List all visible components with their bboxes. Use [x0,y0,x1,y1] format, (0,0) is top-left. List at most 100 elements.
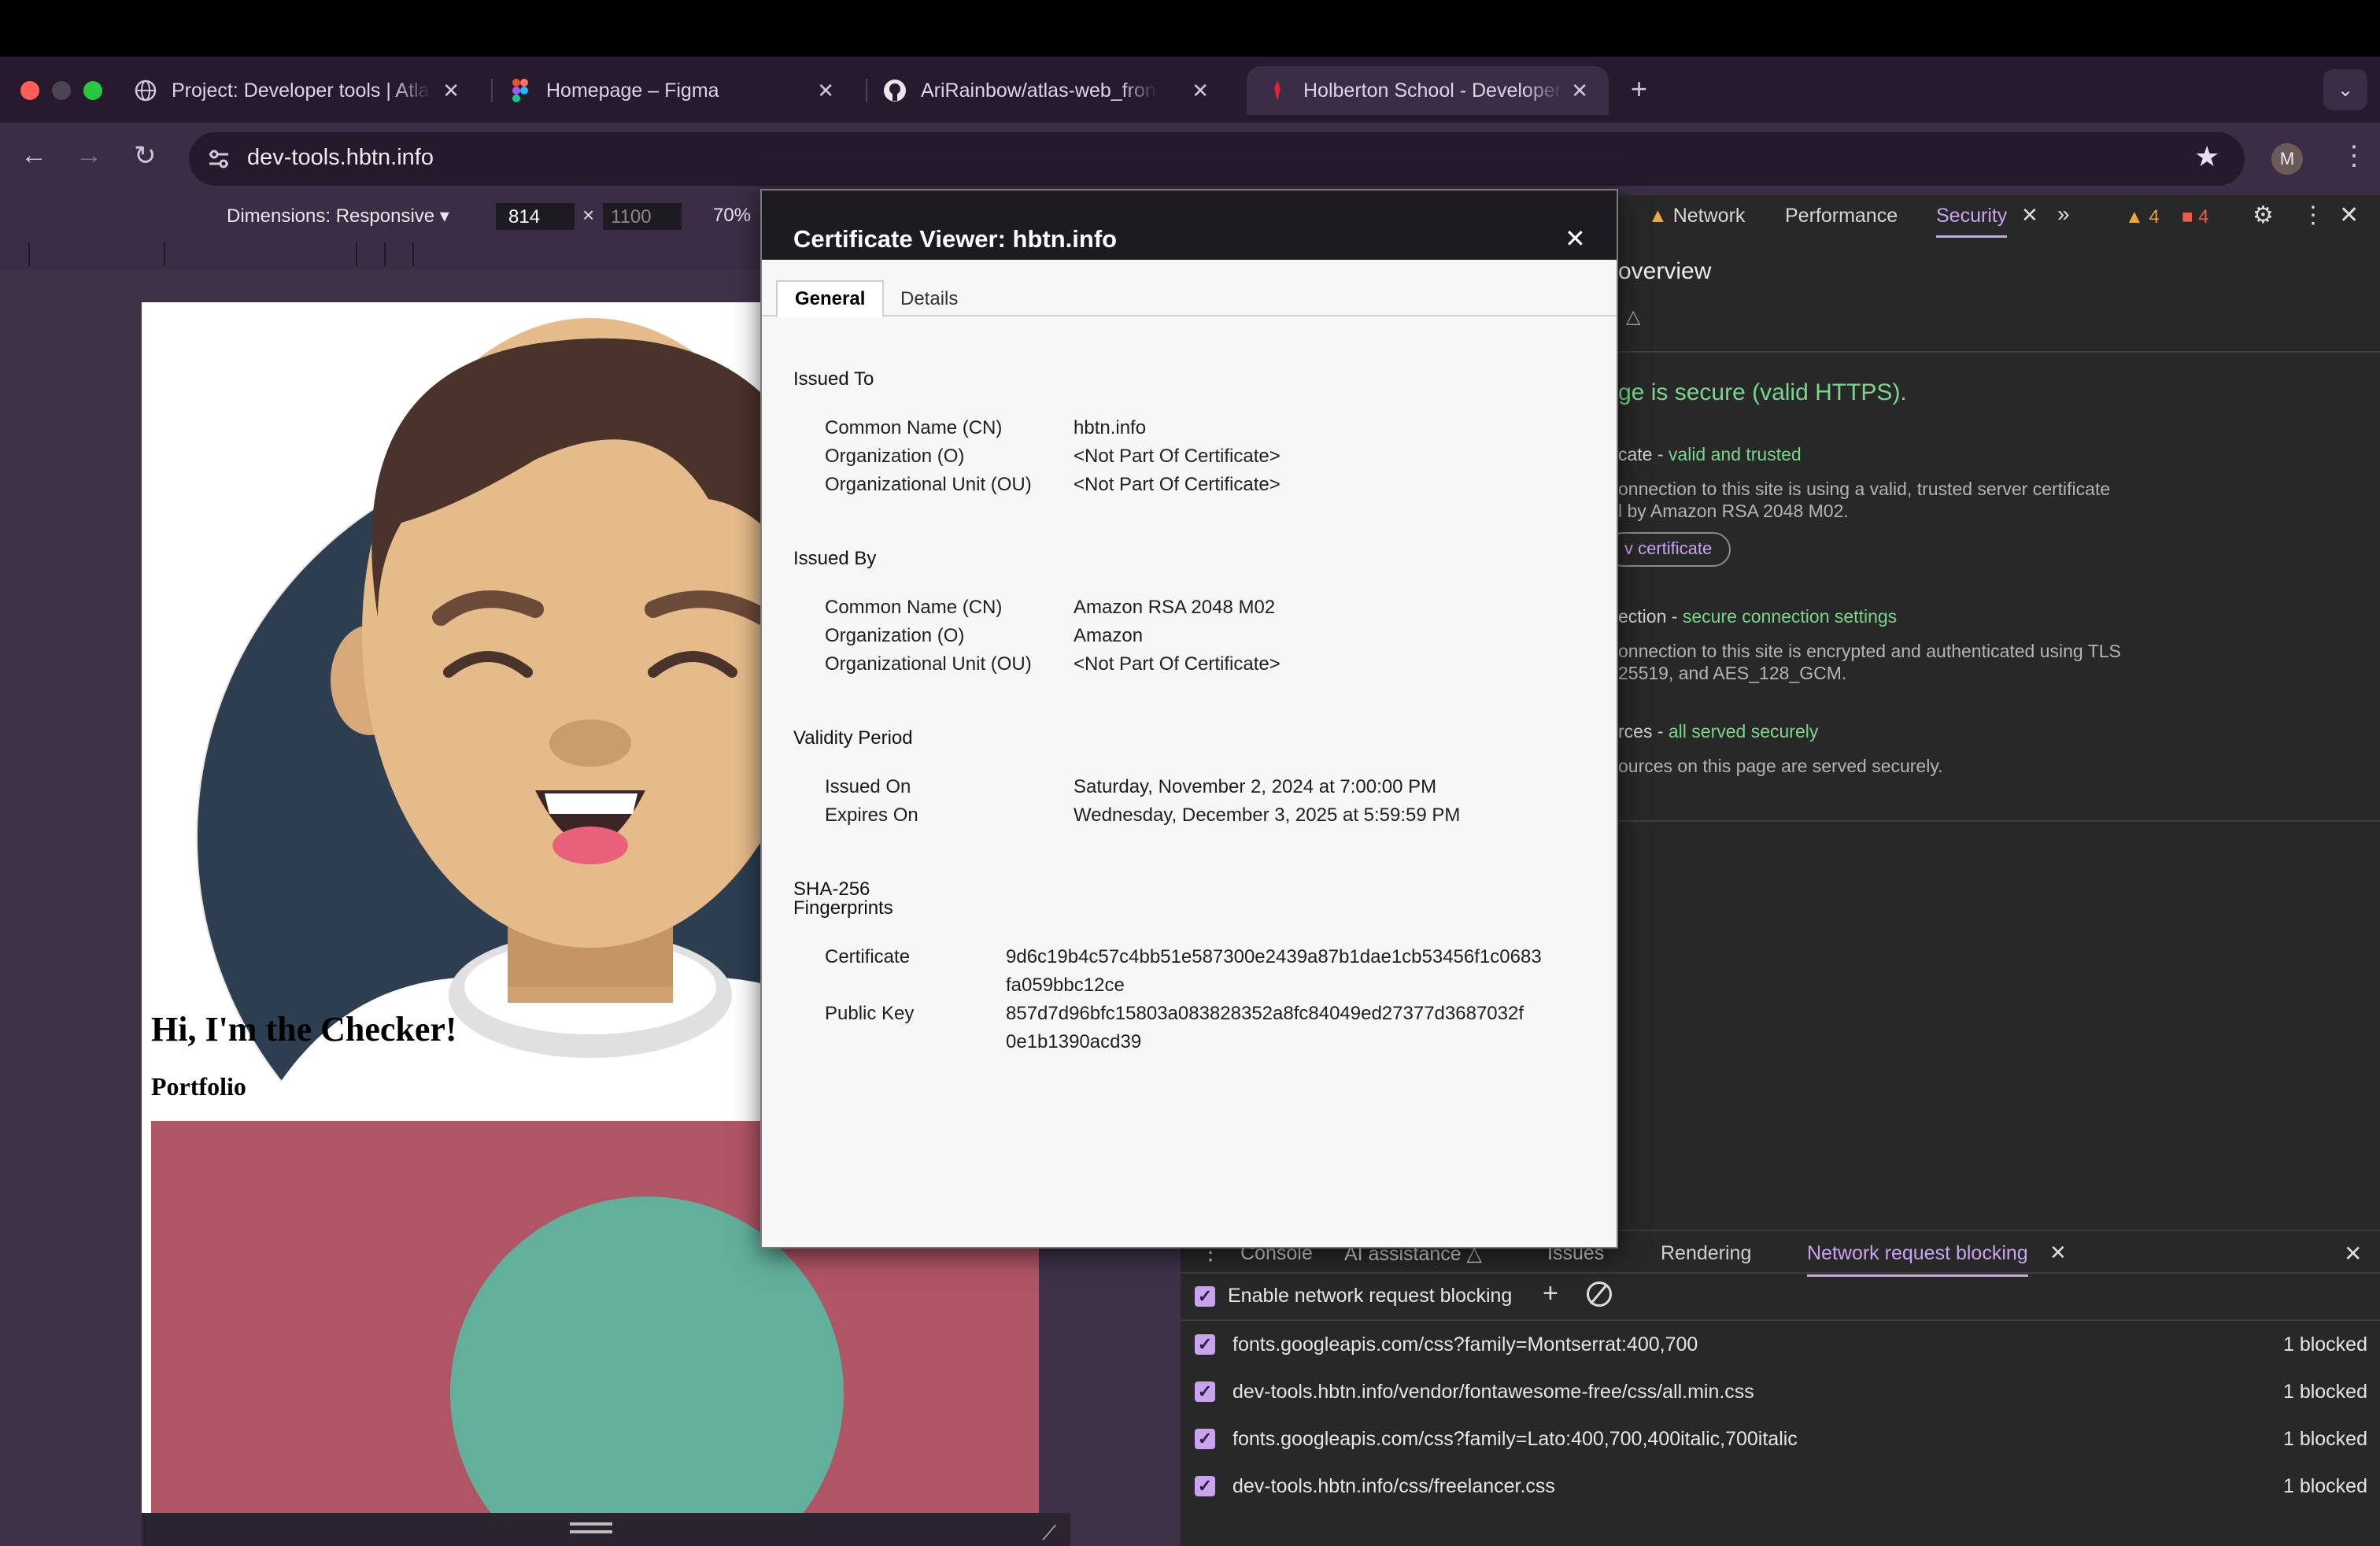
connection-desc-2: 25519, and AES_128_GCM. [1618,663,1847,683]
errors-count: 4 [2198,206,2209,227]
devtools-menu-icon[interactable]: ⋮ [2301,202,2325,229]
dimensions-select[interactable]: Dimensions: Responsive ▾ [227,205,449,227]
close-tab-icon[interactable]: ✕ [442,79,460,103]
height-input[interactable]: 1100 [603,203,682,230]
browser-tab[interactable]: AriRainbow/atlas-web_front_end ✕ [883,66,1229,115]
ruler-segment [28,242,165,266]
close-drawer-icon[interactable]: ✕ [2344,1241,2362,1267]
browser-tab-active[interactable]: Holberton School - Developer tools ✕ [1247,66,1609,115]
enable-blocking-toggle[interactable]: ✓ Enable network request blocking [1195,1285,1512,1307]
resize-corner-icon[interactable]: ⟋ [1042,1521,1056,1546]
tab-title: AriRainbow/atlas-web_front_end [921,79,1157,102]
issued-to-heading: Issued To [793,368,874,390]
blocked-pattern-row[interactable]: ✓ dev-tools.hbtn.info/css/freelancer.css… [1195,1463,2367,1510]
connection-status: secure connection settings [1682,606,1898,627]
close-tab-icon[interactable]: ✕ [1192,79,1209,103]
pattern-checkbox[interactable]: ✓ [1195,1334,1215,1355]
certificate-desc-1: onnection to this site is using a valid,… [1618,479,2111,499]
drawer-tab-rendering[interactable]: Rendering [1661,1242,1751,1265]
minimize-window-button[interactable] [52,81,71,100]
field-value: <Not Part Of Certificate> [1074,474,1281,495]
back-icon[interactable]: ← [20,140,47,171]
tab-performance[interactable]: Performance [1785,205,1898,227]
settings-gear-icon[interactable]: ⚙ [2252,202,2274,229]
menu-bar [0,0,2380,57]
validity-heading: Validity Period [793,727,913,749]
close-tab-icon[interactable]: ✕ [2021,203,2038,227]
field-value: <Not Part Of Certificate> [1074,653,1281,675]
blocked-pattern-row[interactable]: ✓ fonts.googleapis.com/css?family=Lato:4… [1195,1415,2367,1463]
site-settings-icon[interactable] [203,143,235,175]
field-value: hbtn.info [1074,417,1147,438]
warnings-counter[interactable]: ▲ 4 [2125,206,2160,228]
blocked-count: 1 blocked [2282,1474,2367,1497]
clear-patterns-icon[interactable] [1587,1282,1612,1307]
maximize-window-button[interactable] [83,81,102,100]
field-value: Wednesday, December 3, 2025 at 5:59:59 P… [1074,804,1461,826]
warnings-count: 4 [2149,206,2160,227]
field-value: <Not Part Of Certificate> [1074,446,1281,467]
field-value: Saturday, November 2, 2024 at 7:00:00 PM [1074,776,1437,797]
tab-search-button[interactable]: ⌄ [2323,69,2367,110]
figma-icon [508,79,532,102]
forward-icon[interactable]: → [76,140,102,171]
divider [1181,1272,2380,1274]
zoom-select[interactable]: 70% [713,205,751,227]
close-tab-icon[interactable]: ✕ [817,79,834,103]
address-bar[interactable] [189,132,2245,186]
certificate-viewer-dialog: Certificate Viewer: hbtn.info ✕ General … [760,189,1618,1248]
field-label: Common Name (CN) [825,417,1003,438]
tab-network-label: Network [1672,205,1746,227]
fingerprints-heading-2: Fingerprints [793,897,893,919]
tab-details[interactable]: Details [900,288,958,310]
issued-by-heading: Issued By [793,548,877,569]
warning-icon: ▲ [1648,205,1668,227]
pattern-checkbox[interactable]: ✓ [1195,1429,1215,1449]
fingerprint-value: 0e1b1390acd39 [1006,1031,1142,1052]
github-icon [883,79,907,102]
close-window-button[interactable] [20,81,39,100]
close-tab-icon[interactable]: ✕ [1571,79,1588,103]
blocked-pattern-row[interactable]: ✓ fonts.googleapis.com/css?family=Montse… [1195,1321,2367,1368]
bookmark-star-icon[interactable]: ★ [2194,140,2219,173]
browser-menu-icon[interactable]: ⋮ [2341,140,2367,172]
drag-handle[interactable] [570,1530,612,1533]
enable-blocking-checkbox[interactable]: ✓ [1195,1285,1215,1307]
enable-blocking-label: Enable network request blocking [1228,1285,1513,1307]
width-input[interactable]: 814 [496,203,575,230]
close-tab-icon[interactable]: ✕ [2049,1241,2067,1265]
field-label: Organizational Unit (OU) [825,474,1032,495]
divider [1574,351,2380,353]
tab-network[interactable]: ▲ Network [1648,205,1745,227]
close-dialog-icon[interactable]: ✕ [1565,224,1586,253]
tab-general[interactable]: General [776,280,885,318]
more-tabs-icon[interactable]: » [2057,202,2070,227]
connection-heading: ection - secure connection settings [1618,606,1897,627]
field-label: Certificate [825,946,911,967]
field-label: Organization (O) [825,446,965,467]
fingerprint-value: 857d7d96bfc15803a083828352a8fc84049ed273… [1006,1003,1524,1024]
drag-handle[interactable] [570,1522,612,1526]
browser-tab[interactable]: Homepage – Figma ✕ [508,66,855,115]
reload-icon[interactable]: ↻ [134,140,157,172]
view-certificate-button[interactable]: v certificate [1606,532,1731,567]
field-label: Organizational Unit (OU) [825,653,1032,675]
viewport-resize-bar[interactable]: ⟋ [142,1513,1070,1546]
pattern-checkbox[interactable]: ✓ [1195,1476,1215,1496]
tab-separator [866,79,867,102]
tab-security[interactable]: Security [1936,205,2008,238]
tab-title: Homepage – Figma [546,79,719,102]
add-pattern-icon[interactable]: + [1543,1278,1558,1309]
errors-counter[interactable]: ■ 4 [2182,206,2209,228]
avatar[interactable]: M [2271,143,2303,175]
dialog-tabs: General Details [762,260,1617,318]
page-subheading: Portfolio [151,1072,246,1100]
security-overview-title: overview [1618,258,1712,284]
pattern-checkbox[interactable]: ✓ [1195,1381,1215,1402]
close-devtools-icon[interactable]: ✕ [2339,202,2359,229]
blocked-pattern-row[interactable]: ✓ dev-tools.hbtn.info/vendor/fontawesome… [1195,1368,2367,1415]
ruler-segment [386,242,414,266]
browser-tab[interactable]: Project: Developer tools | Atlas ✕ [134,66,480,115]
new-tab-icon[interactable]: + [1631,72,1647,105]
certificate-desc-2: l by Amazon RSA 2048 M02. [1618,501,1849,521]
